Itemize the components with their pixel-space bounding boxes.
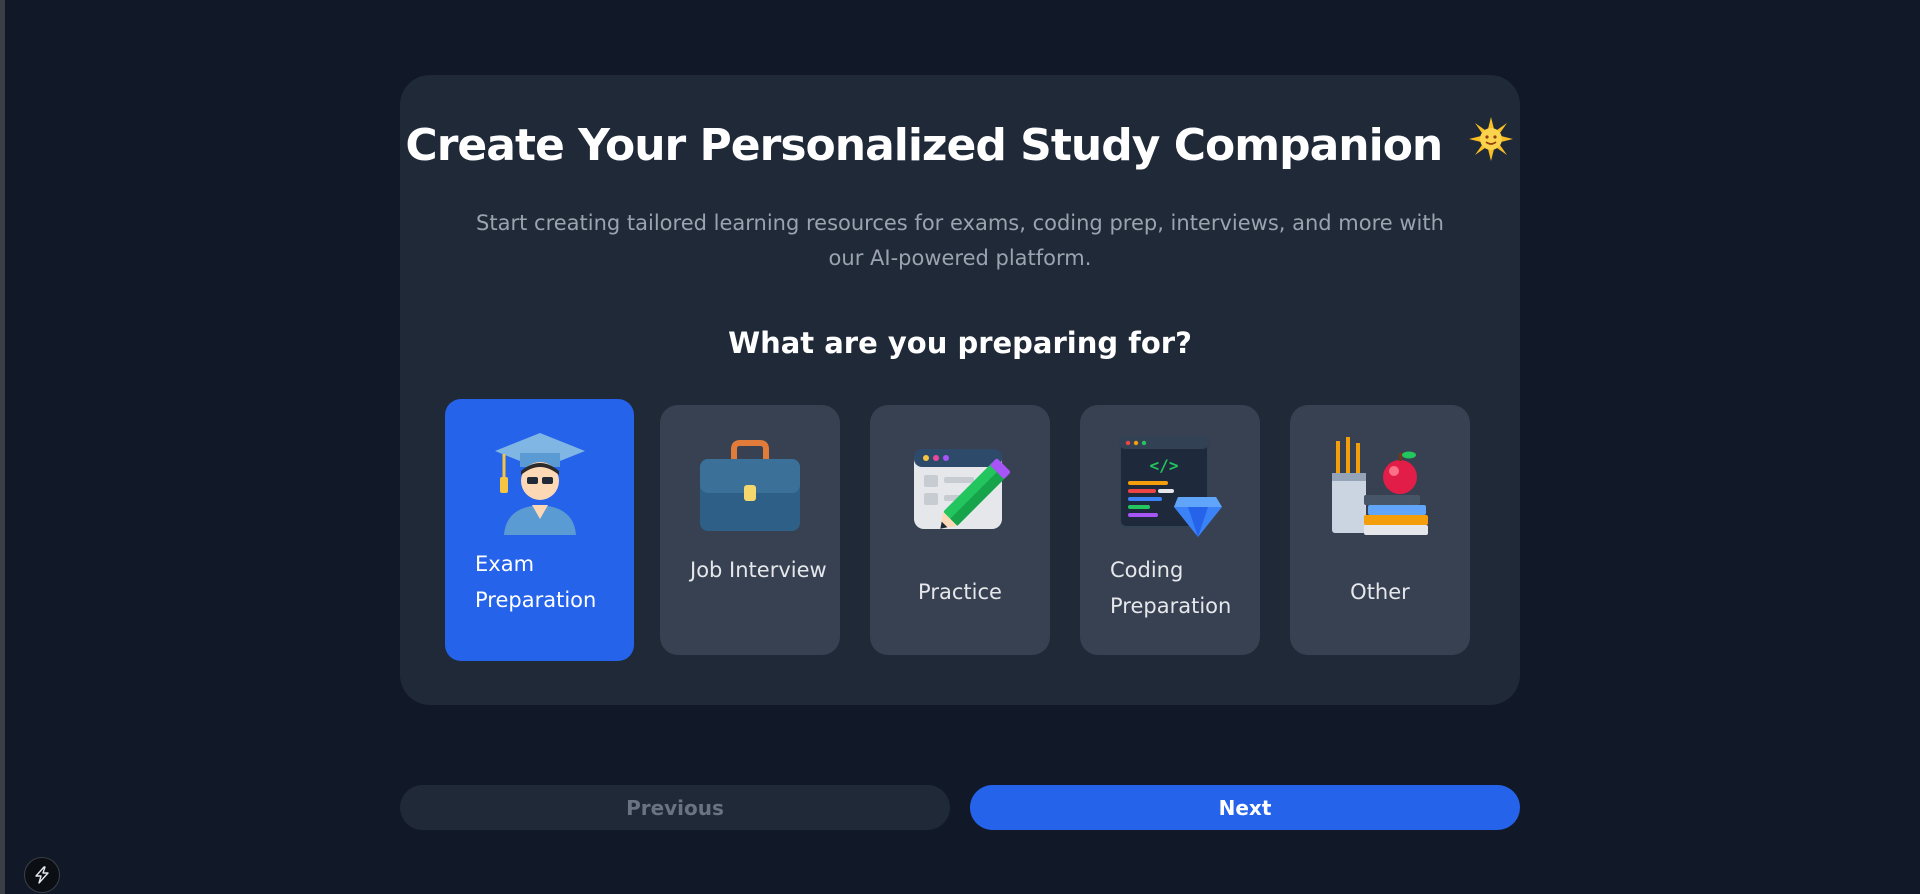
option-label: Coding Preparation bbox=[1110, 558, 1232, 618]
star-burst-icon bbox=[1467, 115, 1515, 174]
code-window-icon: </> bbox=[1080, 433, 1260, 541]
title-text: Create Your Personalized Study Companion bbox=[405, 120, 1443, 171]
question-heading: What are you preparing for? bbox=[728, 326, 1192, 360]
next-button[interactable]: Next bbox=[970, 785, 1520, 830]
option-label: Job Interview bbox=[690, 558, 827, 582]
option-other[interactable]: Other bbox=[1290, 405, 1470, 655]
option-label: Exam Preparation bbox=[475, 552, 597, 612]
books-apple-icon bbox=[1290, 433, 1470, 541]
option-label: Other bbox=[1350, 580, 1410, 604]
graduate-icon bbox=[445, 427, 634, 535]
option-coding-preparation[interactable]: </> Coding Preparation bbox=[1080, 405, 1260, 655]
page-title: Create Your Personalized Study Companion bbox=[0, 116, 1920, 174]
lightning-icon[interactable] bbox=[24, 857, 60, 893]
briefcase-icon bbox=[660, 433, 840, 541]
previous-button[interactable]: Previous bbox=[400, 785, 950, 830]
svg-text:</>: </> bbox=[1150, 456, 1179, 475]
page-subtitle: Start creating tailored learning resourc… bbox=[476, 211, 1444, 270]
option-job-interview[interactable]: Job Interview bbox=[660, 405, 840, 655]
practice-pencil-icon bbox=[870, 433, 1050, 541]
option-practice[interactable]: Practice bbox=[870, 405, 1050, 655]
option-exam-preparation[interactable]: Exam Preparation bbox=[445, 399, 634, 661]
option-label: Practice bbox=[918, 580, 1002, 604]
